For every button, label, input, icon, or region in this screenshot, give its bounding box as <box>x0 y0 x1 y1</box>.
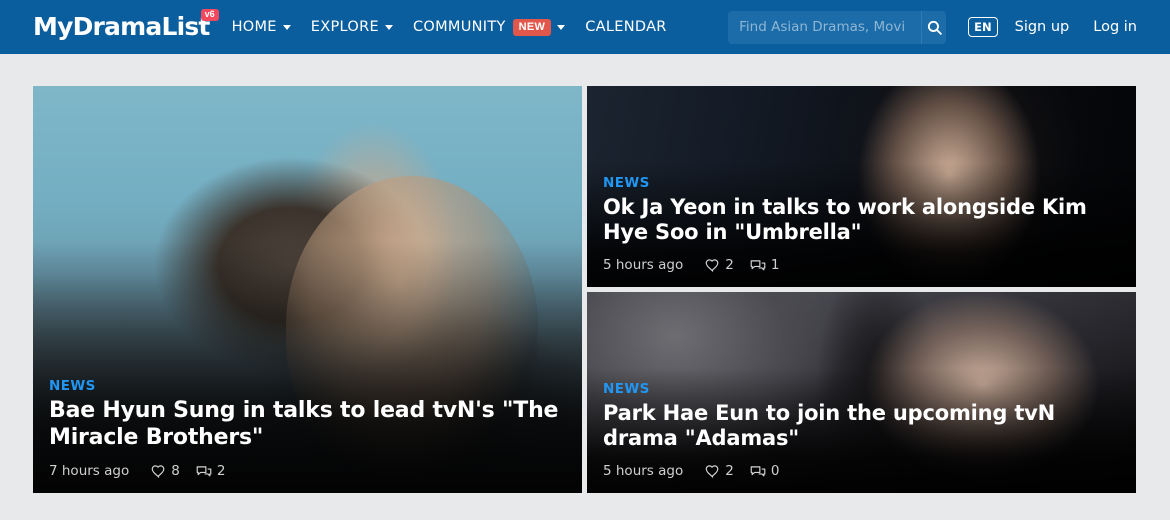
secondary-card-2-comments: 0 <box>750 463 780 479</box>
nav-item-community-label: COMMUNITY <box>412 19 506 35</box>
header-right-cluster: EN Sign up Log in <box>728 10 1137 44</box>
featured-news-grid: NEWS Bae Hyun Sung in talks to lead tvN'… <box>33 86 1136 493</box>
hero-card-meta: 7 hours ago 8 2 <box>49 463 566 479</box>
nav-new-badge: NEW <box>512 18 552 36</box>
secondary-card-2-title[interactable]: Park Hae Eun to join the upcoming tvN dr… <box>603 401 1120 452</box>
nav-item-home[interactable]: HOME <box>232 19 291 35</box>
hero-card-like-count: 8 <box>171 463 180 479</box>
secondary-card-1-body: NEWS Ok Ja Yeon in talks to work alongsi… <box>587 175 1136 287</box>
signup-link[interactable]: Sign up <box>1015 19 1070 35</box>
language-badge[interactable]: EN <box>968 17 998 37</box>
main-navigation: HOME EXPLORE COMMUNITY NEW CALENDAR <box>232 18 667 36</box>
nav-item-calendar[interactable]: CALENDAR <box>585 19 666 35</box>
logo-text: MyDramaList <box>33 12 210 41</box>
nav-item-explore[interactable]: EXPLORE <box>311 19 393 35</box>
secondary-card-2-timestamp: 5 hours ago <box>603 463 684 479</box>
comment-icon <box>196 465 212 476</box>
heart-icon <box>705 464 719 478</box>
chevron-down-icon <box>384 24 393 30</box>
secondary-card-1-timestamp: 5 hours ago <box>603 257 684 273</box>
site-header: MyDramaList v6 HOME EXPLORE COMMUNITY NE… <box>0 0 1170 54</box>
nav-item-home-label: HOME <box>231 19 277 35</box>
chevron-down-icon <box>557 24 566 30</box>
heart-icon <box>705 258 719 272</box>
secondary-card-1-like-count: 2 <box>725 257 734 273</box>
nav-item-explore-label: EXPLORE <box>310 19 379 35</box>
secondary-card-2-kicker: NEWS <box>603 380 650 397</box>
logo-version-badge: v6 <box>200 9 219 21</box>
secondary-card-2-body: NEWS Park Hae Eun to join the upcoming t… <box>587 381 1136 493</box>
site-logo[interactable]: MyDramaList v6 <box>33 9 219 42</box>
secondary-card-1-likes: 2 <box>705 257 734 273</box>
featured-primary-column: NEWS Bae Hyun Sung in talks to lead tvN'… <box>33 86 582 493</box>
featured-hero-card[interactable]: NEWS Bae Hyun Sung in talks to lead tvN'… <box>33 86 582 493</box>
featured-secondary-column: NEWS Ok Ja Yeon in talks to work alongsi… <box>587 86 1136 493</box>
chevron-down-icon <box>282 24 291 30</box>
secondary-card-1-comments: 1 <box>750 257 780 273</box>
comment-icon <box>750 465 766 476</box>
nav-item-calendar-label: CALENDAR <box>585 19 667 35</box>
search-icon <box>927 20 942 35</box>
hero-card-kicker: NEWS <box>49 378 96 395</box>
secondary-card-1-kicker: NEWS <box>603 174 650 191</box>
featured-secondary-card-1[interactable]: NEWS Ok Ja Yeon in talks to work alongsi… <box>587 86 1136 287</box>
secondary-card-1-title[interactable]: Ok Ja Yeon in talks to work alongside Ki… <box>603 195 1120 246</box>
comment-icon <box>750 259 766 270</box>
login-link[interactable]: Log in <box>1093 19 1137 35</box>
hero-card-body: NEWS Bae Hyun Sung in talks to lead tvN'… <box>33 378 582 493</box>
hero-card-timestamp: 7 hours ago <box>49 463 130 479</box>
search-button[interactable] <box>921 10 946 44</box>
featured-secondary-card-2[interactable]: NEWS Park Hae Eun to join the upcoming t… <box>587 292 1136 493</box>
secondary-card-2-likes: 2 <box>705 463 734 479</box>
secondary-card-1-meta: 5 hours ago 2 1 <box>603 257 1120 273</box>
secondary-card-1-comment-count: 1 <box>770 257 780 273</box>
search-box[interactable] <box>728 10 947 44</box>
secondary-card-2-meta: 5 hours ago 2 0 <box>603 463 1120 479</box>
nav-item-community[interactable]: COMMUNITY NEW <box>412 18 566 36</box>
hero-card-comments: 2 <box>196 463 226 479</box>
hero-card-likes: 8 <box>151 463 180 479</box>
hero-card-comment-count: 2 <box>216 463 226 479</box>
secondary-card-2-like-count: 2 <box>725 463 734 479</box>
secondary-card-2-comment-count: 0 <box>770 463 780 479</box>
hero-card-title[interactable]: Bae Hyun Sung in talks to lead tvN's "Th… <box>49 398 566 452</box>
heart-icon <box>151 464 165 478</box>
search-input[interactable] <box>728 10 922 44</box>
